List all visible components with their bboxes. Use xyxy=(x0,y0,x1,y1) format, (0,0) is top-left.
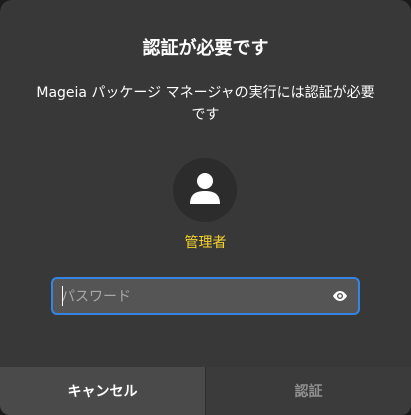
password-input[interactable] xyxy=(61,287,319,307)
text-caret xyxy=(62,286,63,306)
eye-icon[interactable] xyxy=(332,289,348,303)
username-label: 管理者 xyxy=(184,235,227,251)
dialog-message: Mageia パッケージ マネージャの実行には認証が必要です xyxy=(36,85,375,123)
avatar xyxy=(173,158,237,222)
user-icon xyxy=(190,173,220,204)
dialog-title: 認証が必要です xyxy=(142,38,269,59)
authenticate-button[interactable]: 認証 xyxy=(206,367,411,415)
button-bar: キャンセル 認証 xyxy=(0,367,411,415)
cancel-button[interactable]: キャンセル xyxy=(0,367,206,415)
auth-dialog: 認証が必要です Mageia パッケージ マネージャの実行には認証が必要です 管… xyxy=(0,0,411,415)
password-field[interactable] xyxy=(51,277,360,315)
